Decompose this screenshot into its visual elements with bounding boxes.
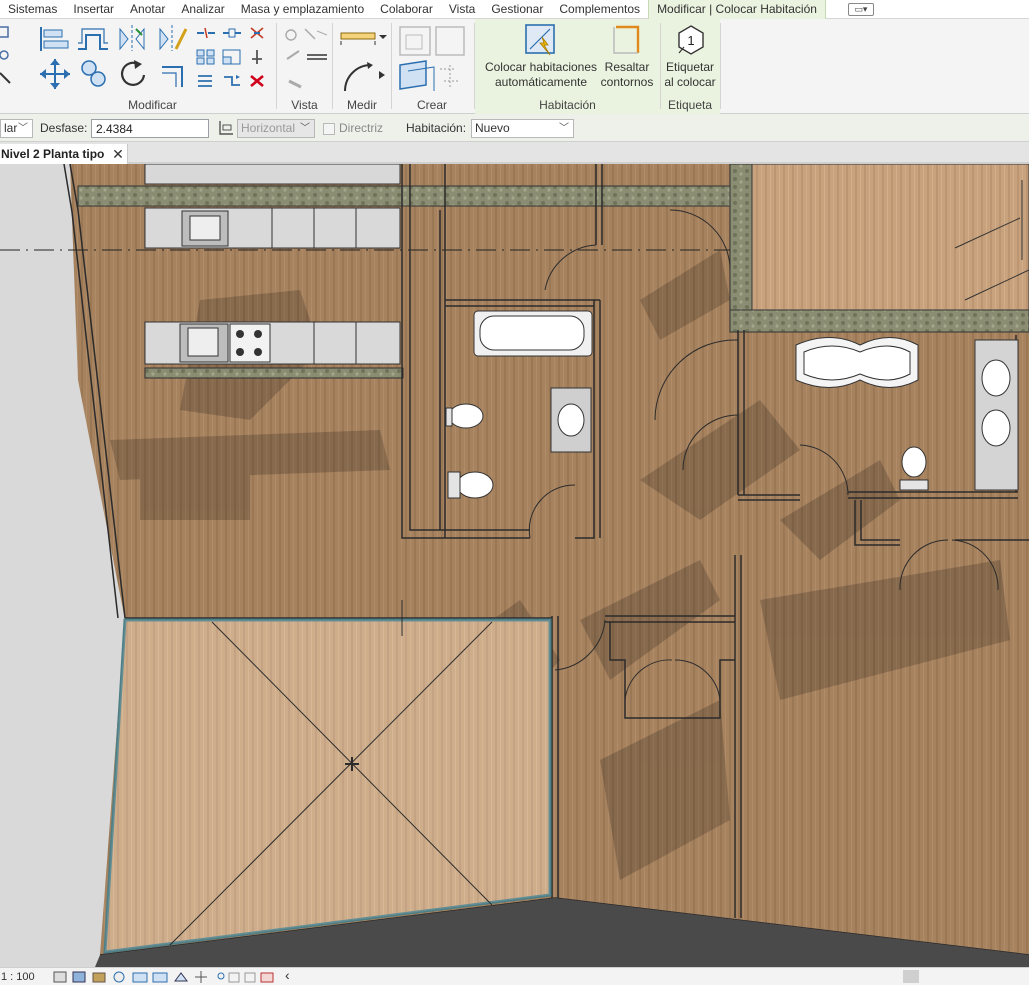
tag-orientation-select[interactable]: Horizontal ﹀ xyxy=(237,119,315,138)
highlight-boundaries-label-2: contornos xyxy=(600,75,654,89)
trim-extend-icon[interactable] xyxy=(158,59,188,91)
tag-orientation-icon xyxy=(219,121,233,135)
chevron-down-icon: ﹀ xyxy=(18,123,28,134)
options-bar: lar﹀ Desfase: Horizontal﹀ Directriz Habi… xyxy=(0,114,1029,142)
copy-icon[interactable] xyxy=(78,57,110,91)
kitchen-counter-edge xyxy=(144,367,404,379)
chevron-down-icon: ﹀ xyxy=(300,123,310,134)
panel-medir: Medir xyxy=(333,19,391,114)
view-tools-icon[interactable] xyxy=(281,25,329,95)
offset-input[interactable] xyxy=(91,119,209,138)
close-icon[interactable]: ✕ xyxy=(110,144,126,164)
stone-wall-bath xyxy=(729,309,1029,333)
auto-place-rooms-label-2: automáticamente xyxy=(494,75,588,89)
array-linear-icon[interactable] xyxy=(196,73,216,89)
view-tab-title: Nivel 2 Planta tipo xyxy=(1,147,105,161)
match-type-icon[interactable] xyxy=(222,73,242,89)
stone-wall-top xyxy=(77,185,759,207)
view-controls[interactable] xyxy=(53,969,293,985)
panel-habitacion: Colocar habitaciones automáticamente Res… xyxy=(475,19,660,114)
detail-level-icon xyxy=(53,971,67,983)
measure-icon[interactable] xyxy=(339,27,387,47)
view-control-bar: 1 : 100 ‹ xyxy=(0,967,1029,985)
mirror-draw-icon[interactable] xyxy=(156,23,188,53)
tag-on-placement-button[interactable]: 1 Etiquetar al colocar xyxy=(661,21,719,93)
unpin-icon[interactable] xyxy=(248,25,266,41)
room-value: Nuevo xyxy=(475,121,510,135)
room-highlight xyxy=(105,620,550,952)
arc-measure-icon[interactable] xyxy=(341,59,387,93)
panel-label-modificar: Modificar xyxy=(128,98,177,112)
panel-label-medir: Medir xyxy=(346,98,377,112)
panel-etiqueta: 1 Etiquetar al colocar Etiqueta xyxy=(661,19,719,114)
horizontal-scrollbar-thumb[interactable] xyxy=(903,970,919,983)
clipboard-icon[interactable] xyxy=(0,25,16,85)
tag-on-placement-icon: 1 xyxy=(678,25,704,55)
tab-analizar[interactable]: Analizar xyxy=(173,0,232,19)
auto-place-rooms-label-1: Colocar habitaciones xyxy=(484,60,598,74)
panel-label-etiqueta: Etiqueta xyxy=(667,98,713,112)
tab-modificar-colocar-habitacion[interactable]: Modificar | Colocar Habitación xyxy=(648,0,826,19)
create-group-icon[interactable] xyxy=(398,25,468,91)
view-tab-nivel-2[interactable]: Nivel 2 Planta tipo ✕ xyxy=(0,144,128,164)
room-label: Habitación: xyxy=(406,121,467,135)
array-icon[interactable] xyxy=(196,49,216,65)
kitchen-lower-units xyxy=(144,321,401,365)
drawing-canvas[interactable] xyxy=(0,164,1029,967)
tab-vista[interactable]: Vista xyxy=(441,0,483,19)
rotate-icon[interactable] xyxy=(118,57,150,91)
tab-gestionar[interactable]: Gestionar xyxy=(483,0,551,19)
tag-orientation-value: Horizontal xyxy=(241,121,296,135)
highlight-boundaries-label-1: Resaltar xyxy=(604,60,650,74)
align-icon[interactable] xyxy=(38,25,70,53)
ribbon-minimize-toggle[interactable]: ▭▾ xyxy=(847,2,874,16)
tab-complementos[interactable]: Complementos xyxy=(551,0,648,19)
tab-insertar[interactable]: Insertar xyxy=(65,0,122,19)
panel-divider xyxy=(720,23,721,109)
view-scale[interactable]: 1 : 100 xyxy=(1,969,35,985)
split-element-icon[interactable] xyxy=(196,27,216,39)
scale-icon[interactable] xyxy=(222,49,242,65)
tab-masa-emplazamiento[interactable]: Masa y emplazamiento xyxy=(233,0,372,19)
highlight-boundaries-icon xyxy=(613,25,640,54)
pin-icon[interactable] xyxy=(248,49,266,65)
offset-label: Desfase: xyxy=(40,121,88,135)
scroll-left-arrow[interactable]: ‹ xyxy=(285,967,290,983)
tab-anotar[interactable]: Anotar xyxy=(122,0,173,19)
view-tab-bar: Nivel 2 Planta tipo ✕ xyxy=(0,142,1029,164)
panel-vista: Vista xyxy=(277,19,332,114)
auto-place-rooms-button[interactable]: Colocar habitaciones automáticamente xyxy=(479,21,603,93)
panel-label-crear: Crear xyxy=(416,98,447,112)
delete-icon[interactable] xyxy=(248,73,266,89)
move-icon[interactable] xyxy=(38,57,72,91)
placement-mode-value: lar xyxy=(4,121,18,135)
highlight-boundaries-button[interactable]: Resaltar contornos xyxy=(595,21,659,93)
chevron-down-icon: ﹀ xyxy=(559,123,569,134)
ribbon-tab-bar: Sistemas Insertar Anotar Analizar Masa y… xyxy=(0,0,1029,19)
room-top-right xyxy=(751,164,1029,311)
panel-crear: Crear xyxy=(392,19,472,114)
panel-label-habitacion: Habitación xyxy=(539,98,596,112)
auto-place-rooms-icon xyxy=(525,24,555,56)
room-select[interactable]: Nuevo ﹀ xyxy=(471,119,574,138)
leader-checkbox[interactable] xyxy=(323,123,335,135)
floor-plan[interactable] xyxy=(0,164,1029,967)
mirror-pick-icon[interactable] xyxy=(116,23,148,53)
tab-colaborar[interactable]: Colaborar xyxy=(372,0,441,19)
panel-modificar: Modificar xyxy=(0,19,276,114)
tag-icon-number: 1 xyxy=(687,33,694,48)
tag-on-placement-label-2: al colocar xyxy=(664,75,716,89)
ribbon: Modificar Vista Medir Crear Colocar habi… xyxy=(0,19,1029,114)
leader-label: Directriz xyxy=(339,121,383,135)
split-gap-icon[interactable] xyxy=(222,27,242,39)
placement-mode-select[interactable]: lar ﹀ xyxy=(0,119,33,138)
revit-window: Sistemas Insertar Anotar Analizar Masa y… xyxy=(0,0,1029,985)
tab-sistemas[interactable]: Sistemas xyxy=(0,0,65,19)
tag-on-placement-label-1: Etiquetar xyxy=(665,60,715,74)
stone-wall-right xyxy=(729,164,753,325)
panel-label-vista: Vista xyxy=(291,98,318,112)
offset-icon[interactable] xyxy=(76,25,110,53)
